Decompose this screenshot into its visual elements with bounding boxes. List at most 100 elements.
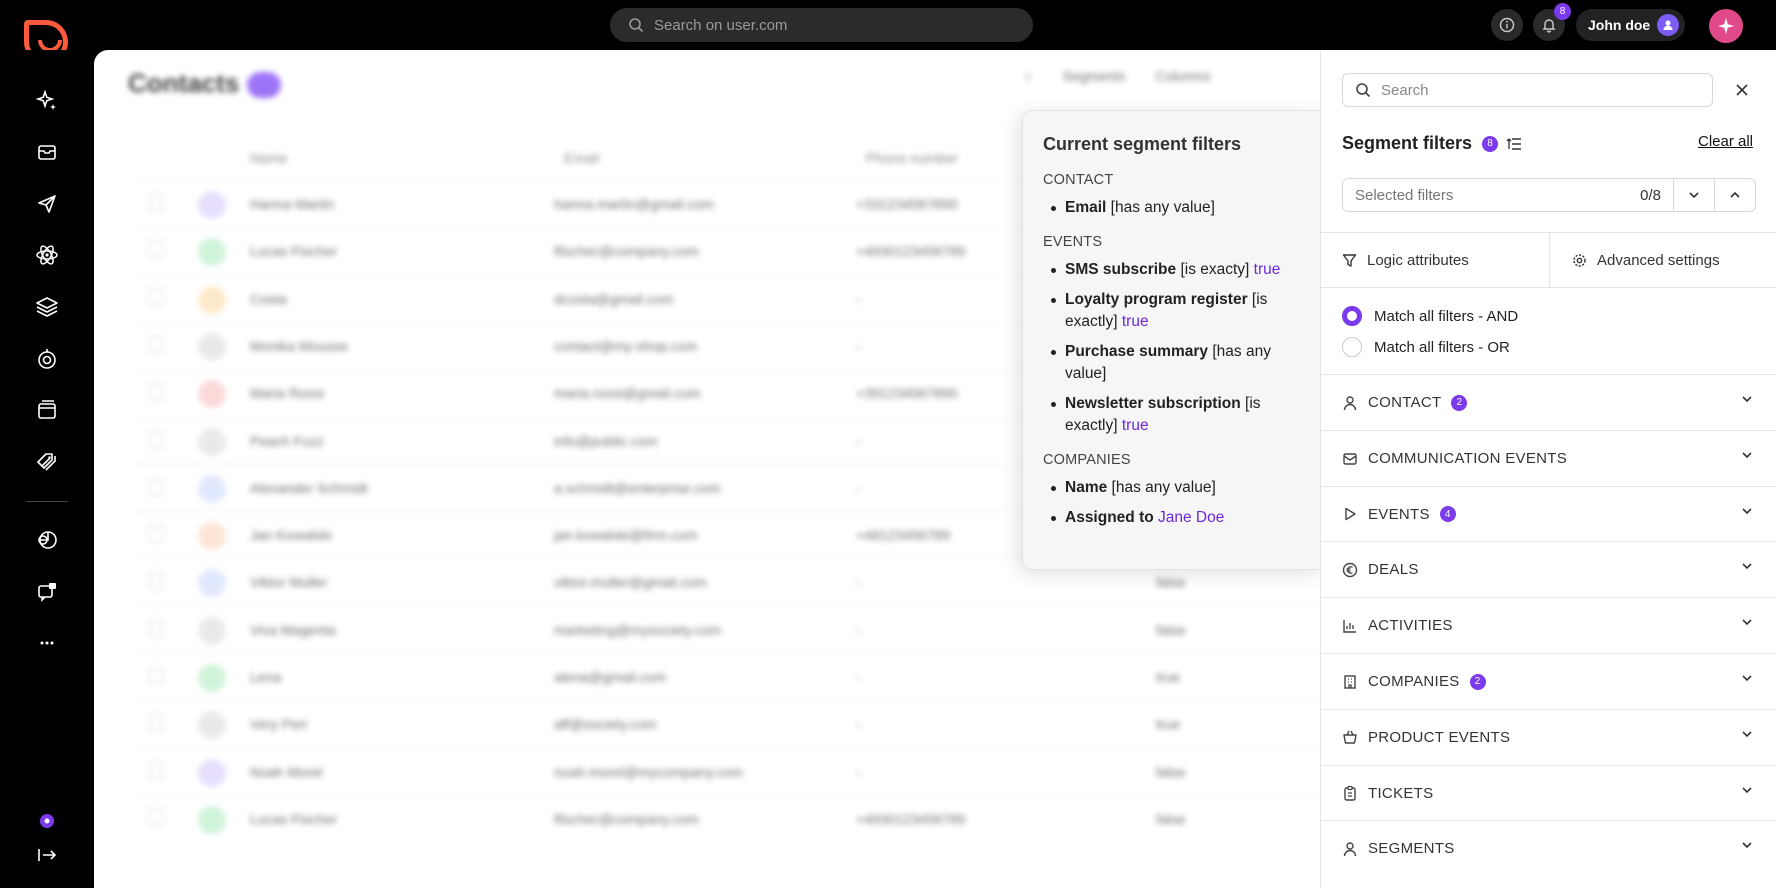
- contact-phone: +48123456789: [856, 527, 950, 544]
- selected-filters-field[interactable]: Selected filters 0/8: [1342, 178, 1674, 212]
- filter-category-activities[interactable]: ACTIVITIES: [1321, 597, 1776, 653]
- current-filters-popover: Current segment filters CONTACT Email [ha…: [1022, 110, 1322, 570]
- info-button[interactable]: [1491, 9, 1523, 41]
- chevron-down-icon: [1742, 787, 1752, 793]
- columns-button[interactable]: Columns: [1156, 68, 1211, 84]
- column-header-phone[interactable]: Phone number: [866, 150, 958, 166]
- row-checkbox[interactable]: [148, 242, 164, 259]
- row-checkbox[interactable]: [148, 289, 164, 306]
- clear-all-button[interactable]: Clear all: [1698, 133, 1753, 150]
- user-menu-button[interactable]: John doe: [1576, 9, 1685, 41]
- row-checkbox[interactable]: [148, 809, 164, 826]
- category-label: ACTIVITIES: [1368, 617, 1453, 635]
- ai-assistant-button[interactable]: [1709, 9, 1743, 43]
- contact-name[interactable]: Maria Rossi: [250, 385, 324, 401]
- table-row[interactable]: Lena alena@gmail.com - true: [134, 653, 1322, 700]
- contact-phone: -: [856, 432, 861, 449]
- table-row[interactable]: Very Peri aff@society.com - true: [134, 700, 1322, 747]
- sidebar-item-website[interactable]: [34, 397, 60, 423]
- row-checkbox[interactable]: [148, 668, 164, 684]
- close-panel-button[interactable]: [1729, 77, 1755, 103]
- filter-category-companies[interactable]: COMPANIES 2: [1321, 653, 1776, 709]
- selected-filters-label: Selected filters: [1355, 186, 1454, 204]
- table-row[interactable]: Noah Morel noah.morel@mycompany.com - false: [134, 747, 1322, 795]
- row-checkbox[interactable]: [148, 573, 164, 590]
- contact-name[interactable]: Costa: [250, 291, 287, 307]
- sidebar-item-more[interactable]: [34, 630, 60, 656]
- contact-name[interactable]: Lucas Fischer: [250, 811, 337, 827]
- avatar: [1657, 14, 1679, 36]
- row-checkbox[interactable]: [148, 431, 164, 448]
- filter-category-segments[interactable]: SEGMENTS: [1321, 820, 1776, 876]
- contact-name[interactable]: Viva Magenta: [250, 622, 335, 638]
- sidebar-item-analytics[interactable]: [34, 346, 60, 372]
- row-checkbox[interactable]: [148, 762, 164, 779]
- contact-name[interactable]: Noah Morel: [250, 764, 322, 780]
- next-filter-button[interactable]: [1673, 178, 1715, 212]
- contact-name[interactable]: Lucas Fischer: [250, 243, 337, 259]
- close-icon: [1736, 84, 1748, 96]
- table-row[interactable]: Viva Magenta marketing@mysociety.com - fals…: [134, 605, 1322, 653]
- row-checkbox[interactable]: [148, 195, 164, 211]
- bar-chart-icon: [1343, 619, 1356, 633]
- inbox-icon: [38, 145, 56, 160]
- contact-name[interactable]: Jan Kowalski: [250, 527, 332, 543]
- sidebar-item-contacts[interactable]: [34, 294, 60, 320]
- filter-category-deals[interactable]: DEALS: [1321, 541, 1776, 597]
- sidebar-item-automation[interactable]: [34, 242, 60, 268]
- sidebar-item-deals[interactable]: [34, 449, 60, 475]
- contact-name[interactable]: Viktor Muller: [250, 574, 328, 590]
- contacts-search-button[interactable]: ○: [1024, 68, 1032, 84]
- previous-filter-button[interactable]: [1714, 178, 1756, 212]
- sidebar-item-campaigns[interactable]: [34, 191, 60, 217]
- gear-icon: [1573, 254, 1586, 267]
- segments-dropdown[interactable]: Segments: [1062, 68, 1125, 84]
- row-checkbox[interactable]: [148, 526, 164, 543]
- filter-category-contact[interactable]: CONTACT 2: [1321, 374, 1776, 430]
- match-or-radio[interactable]: Match all filters - OR: [1342, 337, 1510, 357]
- row-checkbox[interactable]: [148, 478, 164, 495]
- popover-filter-item: Loyalty program register [is exactly] tr…: [1043, 289, 1301, 333]
- popover-filter-list: Name [has any value] Assigned to Jane Do…: [1043, 477, 1301, 529]
- contact-name[interactable]: Lena: [250, 669, 281, 685]
- sidebar-item-inbox[interactable]: [34, 139, 60, 165]
- chevron-down-icon: [1689, 192, 1699, 199]
- sidebar-item-ai[interactable]: [34, 88, 60, 114]
- contact-name[interactable]: Very Peri: [250, 716, 307, 732]
- column-header-email[interactable]: Email: [564, 150, 599, 166]
- tab-logic-attributes[interactable]: Logic attributes: [1342, 233, 1469, 288]
- table-row[interactable]: Lucas Fischer lfischer@company.com +493012…: [134, 794, 1322, 842]
- filter-category-product-events[interactable]: PRODUCT EVENTS: [1321, 708, 1776, 765]
- match-and-radio[interactable]: Match all filters - AND: [1342, 306, 1518, 326]
- chevron-down-icon: [1742, 619, 1752, 626]
- page-title: Contacts: [128, 68, 282, 99]
- tab-advanced-settings[interactable]: Advanced settings: [1549, 233, 1776, 288]
- contact-name[interactable]: Alexander Schmidt: [250, 480, 368, 496]
- filter-category-communication-events[interactable]: COMMUNICATION EVENTS: [1321, 429, 1776, 486]
- sidebar-item-status[interactable]: [34, 808, 60, 834]
- contact-email: a.schmidt@enterprise.com: [554, 479, 721, 496]
- row-checkbox[interactable]: [148, 384, 164, 401]
- popover-filter-list: Email [has any value]: [1043, 197, 1301, 219]
- filter-category-tickets[interactable]: TICKETS: [1321, 764, 1776, 821]
- contact-name[interactable]: Hanna Martin: [250, 196, 334, 212]
- filter-category-events[interactable]: EVENTS 4: [1321, 485, 1776, 542]
- global-search-input[interactable]: Search on user.com: [610, 8, 1033, 42]
- contact-name[interactable]: Monika Mousse: [250, 338, 348, 354]
- contact-phone: -: [856, 621, 861, 638]
- user-icon: [1343, 395, 1357, 410]
- filter-list-icon[interactable]: [1506, 137, 1522, 151]
- page-title-text: Contacts: [128, 68, 240, 98]
- contact-name[interactable]: Peach Fuzz: [250, 433, 324, 449]
- row-checkbox[interactable]: [148, 715, 164, 732]
- sidebar-item-chat[interactable]: [34, 579, 60, 605]
- filter-search-input[interactable]: Search: [1342, 73, 1713, 107]
- popover-filter-item: Assigned to Jane Doe: [1043, 507, 1301, 529]
- building-icon: [1344, 674, 1356, 689]
- sidebar-item-reports[interactable]: [34, 527, 60, 553]
- row-checkbox[interactable]: [148, 336, 164, 353]
- row-checkbox[interactable]: [148, 620, 164, 637]
- sidebar-item-logout[interactable]: [34, 842, 60, 868]
- column-header-name[interactable]: Name: [250, 150, 287, 166]
- user-icon: [1663, 20, 1673, 30]
